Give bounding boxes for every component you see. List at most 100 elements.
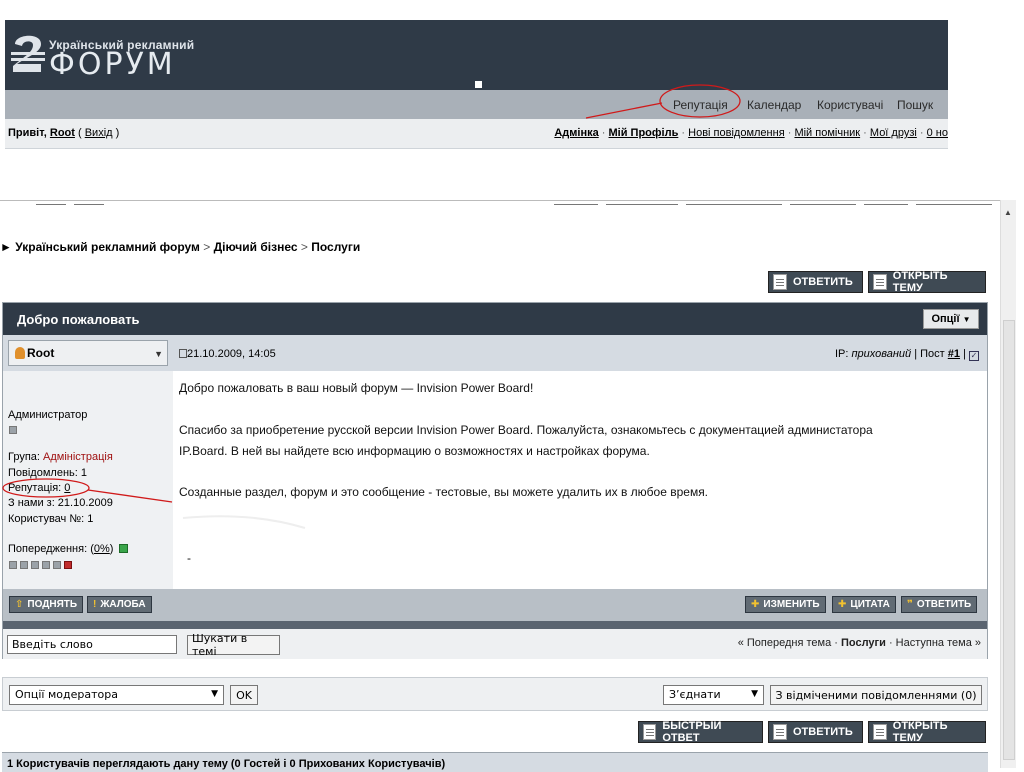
plus-icon: ✚ (751, 599, 760, 610)
select-post-checkbox[interactable]: ✓ (969, 351, 979, 361)
forum-header: Український рекламний ФОРУМ Репутація Ка… (5, 20, 948, 150)
breadcrumb-current[interactable]: Послуги (311, 240, 360, 254)
my-profile-link[interactable]: Мій Профіль (609, 127, 679, 139)
warning-pip (9, 561, 17, 569)
reply-label: ОТВЕТИТЬ (793, 276, 853, 288)
vertical-scrollbar[interactable]: ▲ (1000, 200, 1016, 768)
edit-button[interactable]: ✚ ИЗМЕНИТЬ (745, 596, 826, 613)
new-topic-label: ОТКРЫТЬ ТЕМУ (892, 720, 948, 744)
group-label: Група: (8, 451, 40, 463)
warn-add-icon[interactable] (64, 561, 72, 569)
warning-pip (31, 561, 39, 569)
messages-link[interactable]: 0 но (927, 127, 948, 139)
author-dropdown[interactable]: Root ▼ (8, 340, 168, 366)
post-meta-bar: Root ▼ 21.10.2009, 14:05 IP: прихований … (3, 335, 987, 371)
reply-post-button[interactable]: ❞ ОТВЕТИТЬ (901, 596, 978, 613)
quick-reply-button[interactable]: БЫСТРЫЙ ОТВЕТ (638, 720, 763, 744)
author-name: Root (27, 346, 55, 360)
nav-calendar[interactable]: Календар (747, 98, 801, 112)
topic-navigation: « Попередня тема · Послуги · Наступна те… (737, 637, 981, 649)
new-topic-icon (873, 274, 887, 290)
moderation-bar: Опції модератора ▼ OK З’єднати ▼ З відмі… (2, 677, 988, 711)
post-footer: ⇧ ПОДНЯТЬ ! ЖАЛОБА ✚ ИЗМЕНИТЬ ✚ ЦИТАТА ❞… (3, 589, 987, 621)
options-button[interactable]: Опції ▼ (923, 309, 979, 329)
breadcrumb-forum[interactable]: Український рекламний форум (15, 240, 200, 254)
quick-reply-icon (643, 724, 657, 740)
reputation-value[interactable]: 0 (64, 482, 70, 494)
nav-users[interactable]: Користувачі (817, 98, 883, 112)
reputation-label: Репутація: (8, 482, 62, 494)
topic-search-input[interactable] (7, 635, 177, 654)
new-topic-button-bottom[interactable]: ОТКРЫТЬ ТЕМУ (868, 720, 986, 744)
warning-level-icon (118, 544, 128, 553)
post-number-link[interactable]: #1 (948, 348, 960, 360)
breadcrumb: ► Український рекламний форум > Діючий б… (0, 240, 361, 254)
moderator-options-select[interactable]: Опції модератора ▼ (9, 685, 224, 705)
reply-button-bottom[interactable]: ОТВЕТИТЬ (768, 721, 863, 743)
admin-link[interactable]: Адмінка (554, 127, 598, 139)
breadcrumb-category[interactable]: Діючий бізнес (214, 240, 298, 254)
group-value: Адміністрація (43, 451, 113, 463)
arrow-up-icon: ⇧ (15, 599, 24, 610)
bump-label: ПОДНЯТЬ (27, 599, 78, 610)
moderator-ok-button[interactable]: OK (230, 685, 258, 705)
post-label: | Пост (914, 348, 945, 360)
document-icon (179, 349, 187, 358)
my-friends-link[interactable]: Мої друзі (870, 127, 917, 139)
new-topic-button-top[interactable]: ОТКРЫТЬ ТЕМУ (868, 270, 986, 294)
greeting-prefix: Привіт, (8, 127, 47, 139)
report-button[interactable]: ! ЖАЛОБА (87, 596, 152, 613)
ip-value: прихований (851, 348, 912, 360)
reply-post-label: ОТВЕТИТЬ (916, 599, 972, 610)
my-assistant-link[interactable]: Мій помічник (794, 127, 860, 139)
selected-posts-button[interactable]: З відміченими повідомленнями (0) (770, 685, 982, 705)
chevron-down-icon: ▼ (211, 689, 218, 699)
user-joined: З нами з: 21.10.2009 (8, 497, 113, 509)
warning-pip (53, 561, 61, 569)
warning-pip (20, 561, 28, 569)
bump-button[interactable]: ⇧ ПОДНЯТЬ (9, 596, 84, 613)
logout-link[interactable]: Вихід (85, 127, 113, 139)
nav-search[interactable]: Пошук (897, 98, 933, 112)
post-line: Спасибо за приобретение русской версии I… (179, 423, 873, 437)
quick-reply-label: БЫСТРЫЙ ОТВЕТ (662, 720, 722, 744)
reply-icon (773, 724, 787, 740)
next-topic-link[interactable]: Наступна тема » (896, 637, 981, 649)
redaction-scribble (175, 498, 372, 588)
username-link[interactable]: Root (50, 127, 75, 139)
user-bar: Привіт, Root ( Вихід ) Адмінка · Мій Про… (5, 119, 948, 149)
header-banner: Український рекламний ФОРУМ (5, 20, 948, 90)
warnings-value[interactable]: 0% (94, 543, 110, 555)
exclamation-icon: ! (93, 599, 97, 610)
topic-search-button[interactable]: Шукати в темі (187, 632, 280, 658)
new-posts-link[interactable]: Нові повідомлення (688, 127, 785, 139)
user-number: Користувач №: 1 (8, 513, 94, 525)
quote-button[interactable]: ✚ ЦИТАТА (832, 596, 896, 613)
quote-icon: ❞ (907, 599, 913, 610)
greeting: Привіт, Root ( Вихід ) (8, 127, 120, 139)
main-nav: Репутація Календар Користувачі Пошук (5, 90, 948, 119)
scroll-thumb[interactable] (1003, 320, 1015, 760)
post-title-bar: Добро пожаловать Опції ▼ (3, 303, 987, 335)
chevron-down-icon: ▼ (751, 689, 758, 699)
hryvnia-logo-icon (11, 35, 45, 72)
options-label: Опції (931, 313, 960, 325)
post-date: 21.10.2009, 14:05 (179, 348, 276, 360)
report-label: ЖАЛОБА (100, 599, 146, 610)
merge-value: З’єднати (669, 688, 721, 701)
reply-icon (773, 274, 787, 290)
merge-select[interactable]: З’єднати ▼ (663, 685, 764, 705)
user-title: Администратор (8, 409, 88, 421)
warning-pip (42, 561, 50, 569)
user-group: Група: Адміністрація (8, 451, 113, 463)
scroll-up-icon[interactable]: ▲ (1004, 208, 1012, 217)
post-date-text: 21.10.2009, 14:05 (187, 348, 276, 360)
topic-search-row: Шукати в темі « Попередня тема · Послуги… (3, 629, 987, 659)
reply-label: ОТВЕТИТЬ (793, 726, 853, 738)
nav-reputation[interactable]: Репутація (673, 98, 728, 112)
reply-button-top[interactable]: ОТВЕТИТЬ (768, 271, 863, 293)
prev-topic-link[interactable]: « Попередня тема (738, 637, 831, 649)
post-line: Добро пожаловать в ваш новый форум — Inv… (179, 381, 534, 395)
post-container: Добро пожаловать Опції ▼ Root ▼ 21.10.20… (2, 302, 988, 659)
user-icon (15, 347, 25, 359)
